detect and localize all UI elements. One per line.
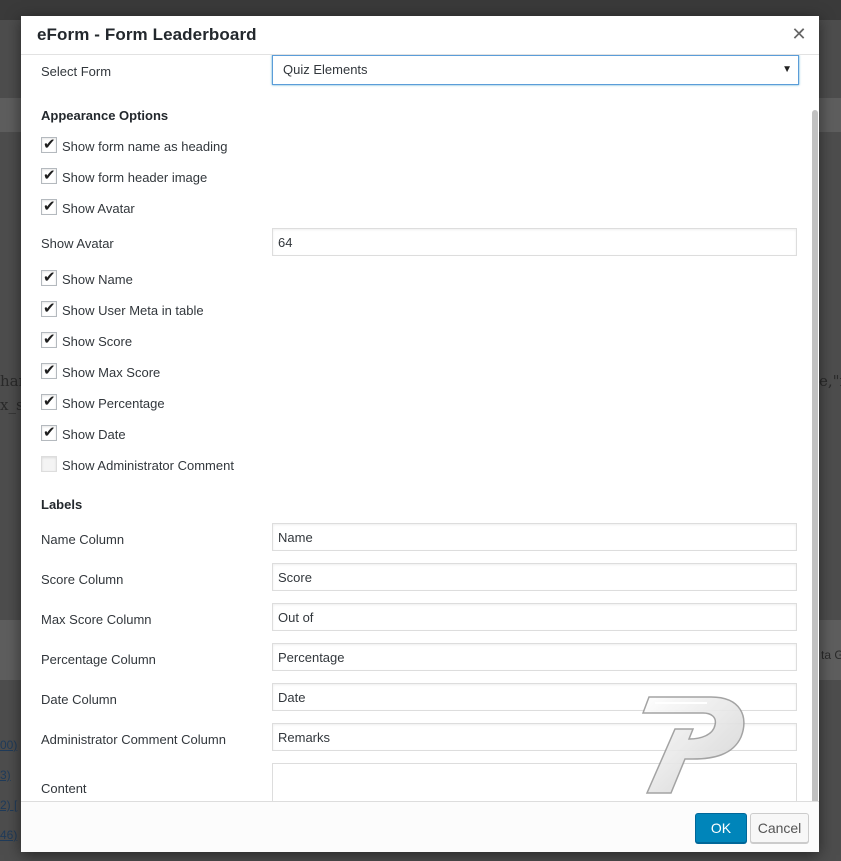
chevron-down-icon: ▼	[782, 64, 792, 75]
checkbox-label: Show Administrator Comment	[62, 458, 234, 473]
checkmark-icon: ✔	[43, 136, 56, 153]
ok-button[interactable]: OK	[695, 813, 747, 843]
checkbox[interactable]: ✔	[41, 198, 57, 215]
name-column-label: Name Column	[41, 532, 125, 547]
checkbox-label: Show form name as heading	[62, 139, 228, 154]
dialog-body: Select Form Quiz Elements ▼ Appearance O…	[21, 55, 819, 801]
dialog-title: eForm - Form Leaderboard	[37, 25, 257, 44]
percentage-column-input[interactable]	[272, 643, 797, 671]
checkbox[interactable]: ✔	[41, 362, 57, 379]
checkbox-label: Show Max Score	[62, 365, 161, 380]
checkbox[interactable]: ✔	[41, 393, 57, 410]
checkbox[interactable]: ✔	[41, 331, 57, 348]
watermark-logo-icon	[641, 696, 745, 794]
backdrop-link: 3)	[0, 768, 11, 782]
backdrop-text: e,"r	[819, 372, 841, 390]
checkbox[interactable]: ✔	[41, 300, 57, 317]
leaderboard-dialog: eForm - Form Leaderboard ✕ Select Form Q…	[21, 16, 819, 852]
checkbox-label: Show User Meta in table	[62, 303, 204, 318]
select-form-value: Quiz Elements	[283, 62, 368, 77]
checkmark-icon: ✔	[43, 424, 56, 441]
appearance-section-title: Appearance Options	[41, 108, 169, 123]
percentage-column-label: Percentage Column	[41, 652, 156, 667]
checkmark-icon: ✔	[43, 393, 56, 410]
checkbox[interactable]: ✔	[41, 269, 57, 286]
cancel-button[interactable]: Cancel	[750, 813, 809, 843]
checkbox-label: Show Name	[62, 272, 133, 287]
backdrop-link: 2) [	[0, 798, 18, 812]
checkbox[interactable]: ✔	[41, 167, 57, 184]
admin-comment-column-label: Administrator Comment Column	[41, 732, 226, 747]
checkbox-label: Show Percentage	[62, 396, 165, 411]
checkbox[interactable]	[41, 456, 57, 472]
checkbox[interactable]: ✔	[41, 424, 57, 441]
dialog-footer: OK Cancel	[21, 801, 819, 852]
score-column-input[interactable]	[272, 563, 797, 591]
avatar-size-label: Show Avatar	[41, 236, 114, 251]
checkmark-icon: ✔	[43, 331, 56, 348]
checkbox-label: Show Score	[62, 334, 133, 349]
labels-section-title: Labels	[41, 497, 83, 512]
dialog-header: eForm - Form Leaderboard ✕	[21, 16, 819, 55]
backdrop-link: 46)	[0, 828, 18, 842]
checkbox-label: Show Avatar	[62, 201, 135, 216]
checkbox[interactable]: ✔	[41, 136, 57, 153]
select-form-dropdown[interactable]: Quiz Elements ▼	[272, 55, 799, 85]
checkbox-label: Show form header image	[62, 170, 208, 185]
checkmark-icon: ✔	[43, 269, 56, 286]
select-form-label: Select Form	[41, 64, 112, 79]
name-column-input[interactable]	[272, 523, 797, 551]
date-column-label: Date Column	[41, 692, 117, 707]
checkmark-icon: ✔	[43, 167, 56, 184]
content-label: Content	[41, 781, 87, 796]
checkmark-icon: ✔	[43, 198, 56, 215]
max-score-column-input[interactable]	[272, 603, 797, 631]
close-icon[interactable]: ✕	[789, 24, 809, 44]
dialog-scrollbar[interactable]	[812, 110, 818, 801]
backdrop-text: ta G	[821, 648, 841, 662]
backdrop-link: 00)	[0, 738, 18, 752]
checkbox-label: Show Date	[62, 427, 126, 442]
max-score-column-label: Max Score Column	[41, 612, 152, 627]
checkmark-icon: ✔	[43, 300, 56, 317]
checkmark-icon: ✔	[43, 362, 56, 379]
score-column-label: Score Column	[41, 572, 124, 587]
avatar-size-input[interactable]	[272, 228, 797, 256]
